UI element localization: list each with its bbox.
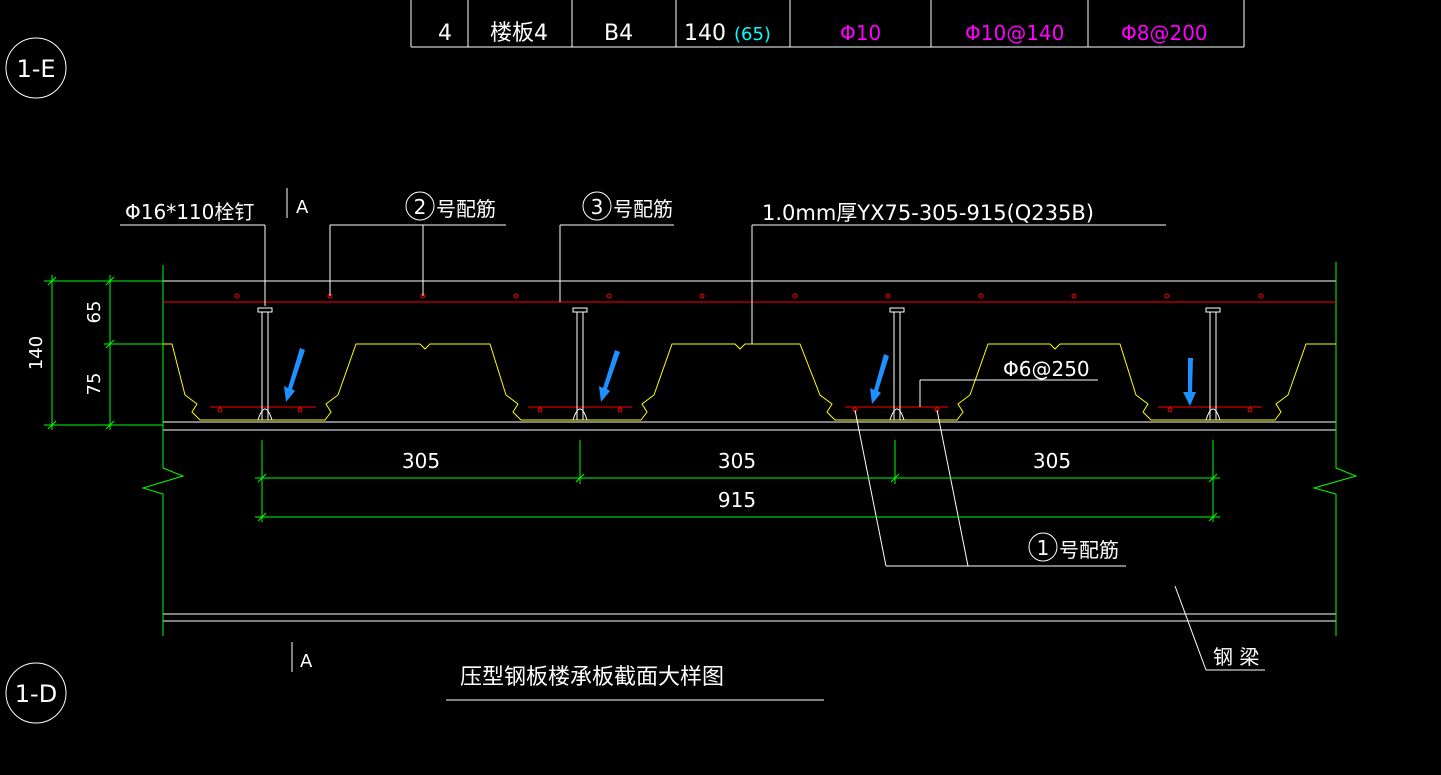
rebar2-label: 号配筋 bbox=[436, 197, 496, 221]
rebar6-callout: Φ6@250 bbox=[1003, 357, 1090, 381]
axis-label-bottom: 1-D bbox=[15, 680, 57, 708]
top-rebar-dots bbox=[234, 293, 1264, 299]
dim-upper: 65 bbox=[84, 301, 105, 324]
rebar1-label: 号配筋 bbox=[1059, 538, 1119, 562]
beam-label: 钢 梁 bbox=[1213, 645, 1259, 669]
rebar1-number: 1 bbox=[1037, 536, 1050, 560]
left-dimensions bbox=[44, 275, 163, 430]
dim-overall: 915 bbox=[718, 488, 756, 512]
table-thickness-note: (65) bbox=[734, 24, 771, 45]
table-thickness: 140 bbox=[684, 21, 726, 46]
dim-rib3: 305 bbox=[1033, 449, 1071, 473]
dim-rib2: 305 bbox=[718, 449, 756, 473]
table-rebar3: Φ8@200 bbox=[1121, 21, 1208, 45]
rebar2-number: 2 bbox=[414, 195, 427, 219]
drawing-title: 压型钢板楼承板截面大样图 bbox=[460, 665, 724, 690]
steel-deck-profile bbox=[163, 343, 1336, 421]
deck-callout: 1.0mm厚YX75-305-915(Q235B) bbox=[762, 201, 1094, 225]
table-rebar1: Φ10 bbox=[840, 21, 881, 45]
detail-drawing: 4 楼板4 B4 140 (65) Φ10 Φ10@140 Φ8@200 1-E… bbox=[5, 0, 1441, 724]
bottom-rebars bbox=[210, 406, 1262, 413]
rebar3-number: 3 bbox=[591, 195, 604, 219]
table-no: 4 bbox=[438, 21, 452, 46]
dim-lower: 75 bbox=[84, 373, 105, 396]
section-mark-bottom: A bbox=[300, 651, 313, 672]
section-mark-top: A bbox=[296, 197, 309, 218]
stud-callout: Φ16*110栓钉 bbox=[125, 200, 254, 224]
leader-lines bbox=[120, 224, 1265, 671]
table-code: B4 bbox=[604, 21, 633, 46]
dim-rib1: 305 bbox=[402, 449, 440, 473]
dim-total: 140 bbox=[26, 336, 47, 370]
rebar3-label: 号配筋 bbox=[613, 197, 673, 221]
table-name: 楼板4 bbox=[490, 21, 548, 46]
axis-label-top: 1-E bbox=[16, 55, 55, 83]
table-rebar2: Φ10@140 bbox=[965, 21, 1064, 45]
